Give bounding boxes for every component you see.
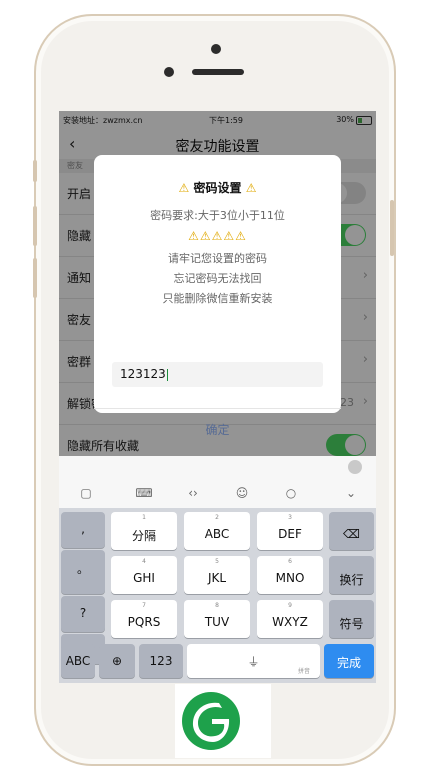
warning-icons-row: ⚠⚠⚠⚠⚠ bbox=[188, 229, 247, 243]
key-comma[interactable]: , bbox=[61, 512, 105, 548]
key-6[interactable]: 6 MNO bbox=[257, 556, 323, 594]
ime-logo-icon[interactable]: ▢ bbox=[77, 485, 95, 501]
key-1[interactable]: 1 分隔 bbox=[111, 512, 177, 550]
dialog-title-text: 密码设置 bbox=[193, 181, 242, 195]
dialog-line-2: 忘记密码无法找回 bbox=[173, 272, 262, 285]
dialog-line-3: 只能删除微信重新安装 bbox=[162, 292, 273, 305]
key-9[interactable]: 9 WXYZ bbox=[257, 600, 323, 638]
done-button[interactable]: 完成 bbox=[324, 644, 374, 678]
newline-button[interactable]: 换行 bbox=[329, 556, 374, 594]
front-camera bbox=[211, 44, 221, 54]
earpiece-speaker bbox=[192, 69, 244, 75]
dialog-line-1: 请牢记您设置的密码 bbox=[168, 252, 267, 265]
leaf-logo-icon bbox=[182, 692, 240, 750]
backspace-icon: ⌫ bbox=[343, 527, 360, 541]
warning-icon: ⚠ bbox=[245, 181, 257, 195]
abc-button[interactable]: ABC bbox=[61, 644, 95, 678]
key-8[interactable]: 8 TUV bbox=[184, 600, 250, 638]
brand-logo-box bbox=[175, 684, 271, 758]
mute-switch bbox=[33, 160, 37, 182]
text-caret bbox=[166, 368, 168, 381]
cursor-move-icon[interactable]: ‹› bbox=[184, 485, 202, 501]
globe-button[interactable]: ⊕ bbox=[99, 644, 135, 678]
search-icon[interactable]: ○ bbox=[282, 485, 300, 501]
globe-icon: ⊕ bbox=[111, 654, 123, 668]
logo-svg bbox=[192, 702, 230, 742]
keyboard-switch-icon[interactable]: ⌨ bbox=[135, 485, 153, 501]
key-period[interactable]: 。 bbox=[61, 550, 105, 594]
sensor bbox=[164, 67, 174, 77]
keyboard-lock-icon[interactable] bbox=[348, 460, 362, 474]
power-button bbox=[390, 200, 394, 256]
space-hint: 拼音 bbox=[297, 668, 310, 675]
dialog-divider bbox=[94, 408, 341, 409]
dialog-title: ⚠ 密码设置 ⚠ bbox=[94, 179, 341, 196]
confirm-button[interactable]: 确定 bbox=[94, 421, 341, 438]
key-question[interactable]: ? bbox=[61, 596, 105, 632]
number-button[interactable]: 123 bbox=[139, 644, 183, 678]
warning-icon: ⚠ bbox=[178, 181, 190, 195]
dialog-requirement: 密码要求:大于3位小于11位 bbox=[150, 209, 285, 222]
password-dialog: ⚠ 密码设置 ⚠ 密码要求:大于3位小于11位 ⚠⚠⚠⚠⚠ 请牢记您设置的密码 … bbox=[94, 155, 341, 437]
password-input-value: 123123 bbox=[120, 367, 166, 381]
key-4[interactable]: 4 GHI bbox=[111, 556, 177, 594]
keyboard-toolbar: ▢ ⌨ ‹› ☺ ○ ⌄ bbox=[59, 480, 376, 509]
keyboard: , 。 ? ... 1分隔 2ABC 3DEF 4GHI 5JKL 6MNO 7… bbox=[59, 508, 376, 683]
space-button[interactable]: ⏚ 拼音 bbox=[187, 644, 320, 678]
volume-up-button bbox=[33, 206, 37, 246]
phone-screen: 安装地址：zwzmx.cn 下午1:59 30% ‹ 密友功能设置 密友 开启 … bbox=[59, 111, 376, 683]
key-2[interactable]: 2 ABC bbox=[184, 512, 250, 550]
key-5[interactable]: 5 JKL bbox=[184, 556, 250, 594]
backspace-button[interactable]: ⌫ bbox=[329, 512, 374, 550]
modal-overlay: ⚠ 密码设置 ⚠ 密码要求:大于3位小于11位 ⚠⚠⚠⚠⚠ 请牢记您设置的密码 … bbox=[59, 111, 376, 456]
emoji-icon[interactable]: ☺ bbox=[233, 485, 251, 501]
key-3[interactable]: 3 DEF bbox=[257, 512, 323, 550]
hide-keyboard-icon[interactable]: ⌄ bbox=[342, 485, 360, 501]
keyboard-top-bar bbox=[59, 456, 376, 480]
symbol-button[interactable]: 符号 bbox=[329, 600, 374, 638]
key-7[interactable]: 7 PQRS bbox=[111, 600, 177, 638]
password-input[interactable]: 123123 bbox=[112, 362, 323, 387]
volume-down-button bbox=[33, 258, 37, 298]
